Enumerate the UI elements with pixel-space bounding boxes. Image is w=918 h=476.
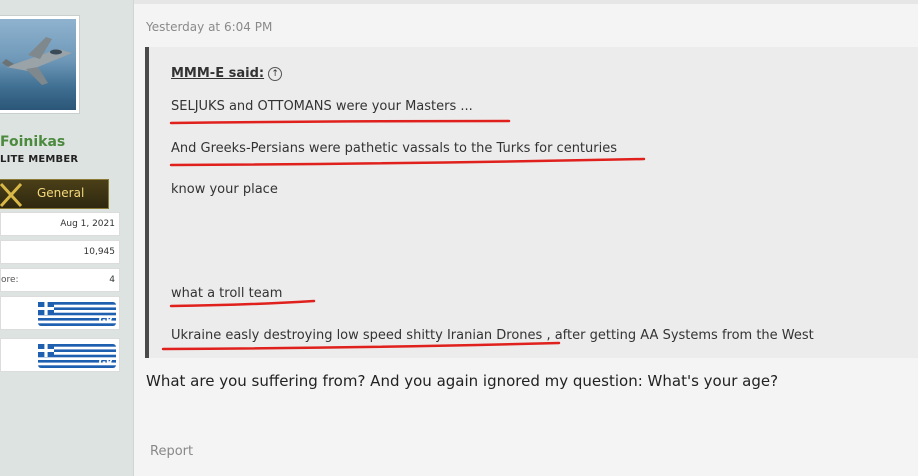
stat-row-messages: 10,945 [0,240,120,264]
go-to-quoted-icon[interactable]: ↑ [268,67,283,81]
stat-value: 10,945 [83,247,116,257]
fighter-jet-image [0,19,76,110]
jet-icon [2,37,72,85]
quote-line: And Greeks-Persians were pathetic vassal… [171,141,617,156]
post-date[interactable]: Yesterday at 6:04 PM [146,20,272,34]
flag-row-nationality: .GR [0,296,120,330]
quote-line: what a troll team [171,286,283,301]
stat-value: Aug 1, 2021 [60,219,115,229]
flag-row-residence: .GR [0,338,120,372]
greece-flag-icon: .GR [38,344,116,368]
greece-flag-icon: .GR [38,302,116,326]
user-panel: Foinikas LITE MEMBER General Aug 1, 2021… [0,0,134,476]
report-link[interactable]: Report [150,444,193,459]
stat-value: 4 [109,275,115,285]
flag-tld-text: .GR [95,316,113,326]
quote-line: know your place [171,182,278,197]
quote-block: MMM-E said: ↑ SELJUKS and OTTOMANS were y… [145,47,918,358]
username[interactable]: Foinikas [0,134,65,150]
quote-attribution[interactable]: MMM-E said: ↑ [171,66,283,81]
flag-tld-text: .GR [95,358,113,368]
top-divider [133,0,918,4]
user-title: LITE MEMBER [0,154,79,165]
message-body: What are you suffering from? And you aga… [146,372,779,390]
avatar[interactable] [0,15,80,114]
rank-label: General [37,186,85,200]
stat-label: ore: [1,275,19,285]
red-underline-annotations [161,119,646,351]
quote-author: MMM-E said: [171,66,265,81]
quote-line: Ukraine easly destroying low speed shitt… [171,328,814,343]
stat-row-score: ore: 4 [0,268,120,292]
crossed-swords-icon [0,182,23,208]
quote-line: SELJUKS and OTTOMANS were your Masters .… [171,99,473,114]
stat-row-joined: Aug 1, 2021 [0,212,120,236]
rank-badge: General [0,179,109,209]
